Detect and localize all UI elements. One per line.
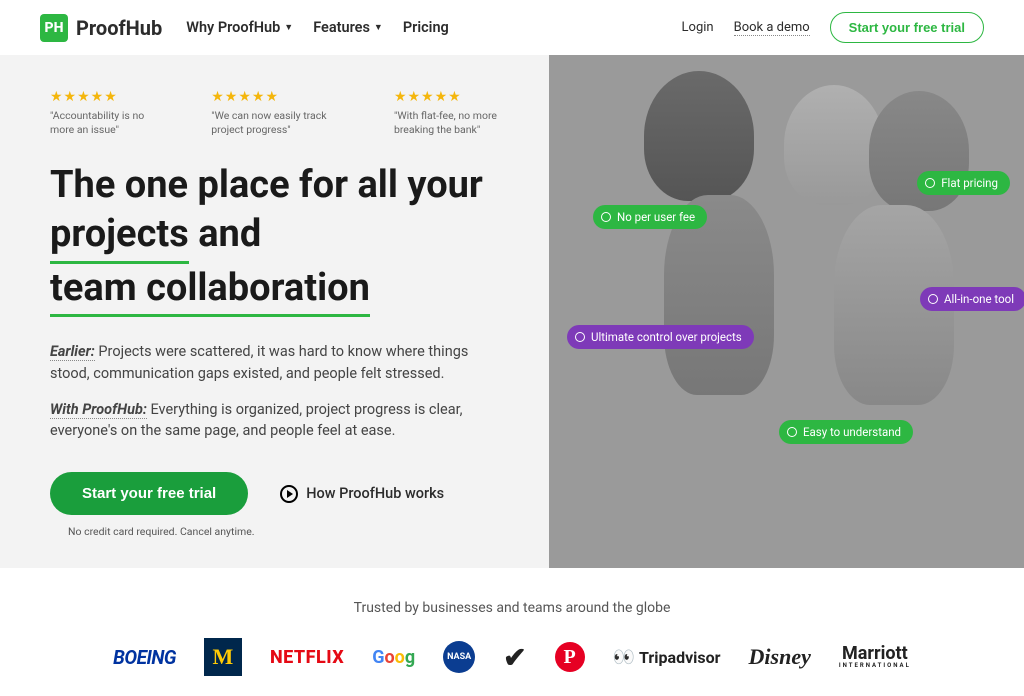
feature-pill-easy: Easy to understand — [779, 420, 913, 444]
feature-pill-no-per-user: No per user fee — [593, 205, 707, 229]
pill-label: Easy to understand — [803, 425, 901, 439]
hero-section: ★★★★★ "Accountability is no more an issu… — [0, 55, 1024, 568]
hero-para-with: With ProofHub: Everything is organized, … — [50, 399, 480, 443]
pill-label: No per user fee — [617, 210, 695, 224]
google-logo: Goog — [372, 647, 415, 668]
stars-icon: ★★★★★ — [211, 89, 346, 105]
boeing-logo: BOEING — [113, 646, 176, 669]
para-body: Projects were scattered, it was hard to … — [50, 343, 468, 382]
start-trial-button[interactable]: Start your free trial — [50, 472, 248, 515]
marriott-logo: Marriott INTERNATIONAL — [839, 645, 911, 669]
cta-row: Start your free trial How ProofHub works — [50, 472, 525, 515]
trusted-heading: Trusted by businesses and teams around t… — [40, 600, 984, 616]
hero-headline: The one place for all your projects and … — [50, 161, 500, 317]
pill-label: All-in-one tool — [944, 292, 1014, 306]
feature-pill-all-in-one: All-in-one tool — [920, 287, 1024, 311]
hero-image: Flat pricing No per user fee All-in-one … — [549, 55, 1024, 568]
nasa-logo: NASA — [443, 641, 475, 673]
trusted-section: Trusted by businesses and teams around t… — [0, 568, 1024, 696]
header-left: PH ProofHub Why ProofHub ▼ Features ▼ Pr… — [40, 14, 449, 42]
marriott-subtext: INTERNATIONAL — [839, 663, 911, 669]
start-trial-button-header[interactable]: Start your free trial — [830, 12, 984, 43]
review-text: "Accountability is no more an issue" — [50, 109, 163, 137]
main-nav: Why ProofHub ▼ Features ▼ Pricing — [186, 19, 449, 36]
logo-text: ProofHub — [76, 16, 162, 40]
circle-icon — [575, 332, 585, 342]
headline-underline: projects — [50, 210, 189, 264]
how-it-works-link[interactable]: How ProofHub works — [280, 485, 444, 503]
team-photo — [549, 55, 1024, 568]
logo-icon: PH — [40, 14, 68, 42]
owl-icon: 👀 — [613, 647, 635, 668]
tripadvisor-text: Tripadvisor — [639, 648, 721, 667]
review-text: "With flat-fee, no more breaking the ban… — [394, 109, 525, 137]
person-silhouette — [644, 71, 754, 201]
hero-content: ★★★★★ "Accountability is no more an issu… — [0, 55, 549, 568]
review-item: ★★★★★ "Accountability is no more an issu… — [50, 89, 163, 137]
circle-icon — [787, 427, 797, 437]
site-header: PH ProofHub Why ProofHub ▼ Features ▼ Pr… — [0, 0, 1024, 55]
nav-item-label: Features — [313, 19, 370, 36]
pill-label: Flat pricing — [941, 176, 998, 190]
netflix-logo: NETFLIX — [270, 647, 344, 668]
disney-logo: Disney — [749, 644, 811, 670]
play-link-label: How ProofHub works — [306, 485, 444, 502]
login-link[interactable]: Login — [682, 20, 714, 35]
nav-pricing[interactable]: Pricing — [403, 19, 449, 36]
hero-para-earlier: Earlier: Projects were scattered, it was… — [50, 341, 480, 385]
circle-icon — [601, 212, 611, 222]
headline-part: The one place for all your — [50, 163, 483, 207]
cta-subtext: No credit card required. Cancel anytime. — [68, 525, 525, 538]
review-text: "We can now easily track project progres… — [211, 109, 346, 137]
feature-pill-flat-pricing: Flat pricing — [917, 171, 1010, 195]
chevron-down-icon: ▼ — [374, 22, 383, 33]
review-item: ★★★★★ "With flat-fee, no more breaking t… — [394, 89, 525, 137]
nike-logo: ✔ — [503, 641, 526, 674]
headline-part: and — [189, 212, 261, 256]
header-right: Login Book a demo Start your free trial — [682, 12, 984, 43]
chevron-down-icon: ▼ — [284, 22, 293, 33]
brand-logos: BOEING M NETFLIX Goog NASA ✔ P 👀 Tripadv… — [40, 638, 984, 676]
nav-item-label: Pricing — [403, 19, 449, 36]
feature-pill-ultimate-control: Ultimate control over projects — [567, 325, 754, 349]
play-icon — [280, 485, 298, 503]
nav-item-label: Why ProofHub — [186, 19, 280, 36]
logo[interactable]: PH ProofHub — [40, 14, 162, 42]
reviews-row: ★★★★★ "Accountability is no more an issu… — [50, 89, 525, 137]
nav-features[interactable]: Features ▼ — [313, 19, 383, 36]
para-label: Earlier: — [50, 343, 95, 361]
stars-icon: ★★★★★ — [50, 89, 163, 105]
review-item: ★★★★★ "We can now easily track project p… — [211, 89, 346, 137]
michigan-logo: M — [204, 638, 242, 676]
circle-icon — [925, 178, 935, 188]
pill-label: Ultimate control over projects — [591, 330, 742, 344]
tripadvisor-logo: 👀 Tripadvisor — [613, 647, 721, 668]
nav-why-proofhub[interactable]: Why ProofHub ▼ — [186, 19, 293, 36]
para-label: With ProofHub: — [50, 401, 147, 419]
circle-icon — [928, 294, 938, 304]
headline-underline: team collaboration — [50, 264, 370, 318]
book-demo-link[interactable]: Book a demo — [734, 20, 810, 36]
stars-icon: ★★★★★ — [394, 89, 525, 105]
pinterest-logo: P — [555, 642, 585, 672]
